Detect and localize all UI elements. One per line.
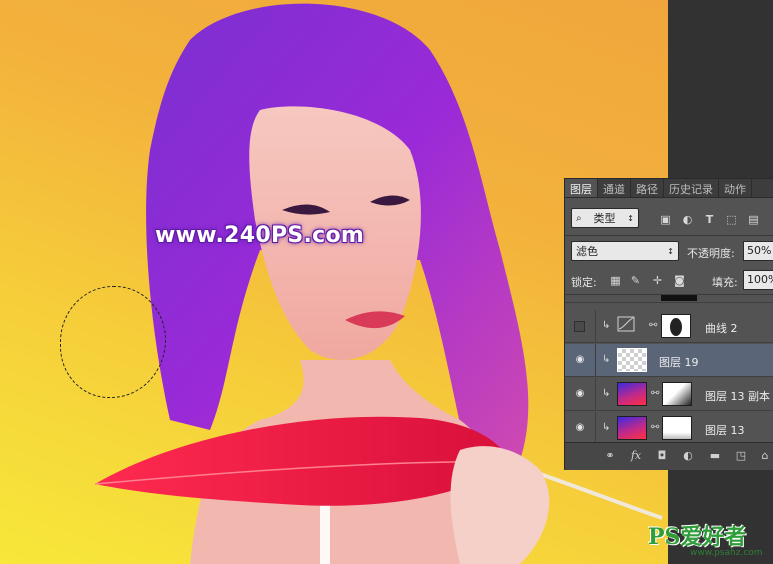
eye-icon[interactable]: ◉	[573, 355, 587, 365]
layers-panel: 图层 通道 路径 历史记录 动作 ⌕ 类型 ↕ ▣ ◐ T ⬚ ▤ 滤色 ↕ 不…	[564, 178, 773, 470]
tab-history[interactable]: 历史记录	[664, 179, 719, 197]
layer-thumbnail	[661, 295, 697, 301]
site-logo-url: www.psahz.com	[690, 548, 763, 558]
filter-kind-value: 类型	[593, 212, 616, 225]
tab-layers[interactable]: 图层	[565, 179, 598, 197]
layer-name[interactable]: 图层 19	[659, 354, 699, 370]
smart-object-filter-icon[interactable]: ▤	[747, 213, 760, 226]
layer-row-partial[interactable]	[565, 295, 773, 303]
layer-filter-row: ⌕ 类型 ↕ ▣ ◐ T ⬚ ▤	[565, 208, 773, 232]
image-filter-icon[interactable]: ▣	[659, 213, 672, 226]
curves-adjustment-icon	[617, 314, 637, 338]
divider	[595, 378, 596, 411]
clip-arrow-icon: ↳	[602, 320, 611, 331]
lock-label: 锁定:	[571, 276, 597, 289]
filter-kind-select[interactable]: ⌕ 类型 ↕	[571, 208, 639, 228]
fx-icon[interactable]: fx	[629, 449, 643, 463]
layer-name[interactable]: 曲线 2	[705, 320, 738, 336]
new-layer-icon[interactable]: ◳	[734, 449, 748, 463]
divider	[595, 344, 596, 377]
eye-icon[interactable]: ◉	[573, 423, 587, 433]
panel-footer: ⚭ fx ◘ ◐ ▬ ◳ ⌂	[565, 442, 773, 470]
clip-arrow-icon: ↳	[602, 388, 611, 399]
chevron-updown-icon: ↕	[627, 213, 634, 223]
blend-mode-select[interactable]: 滤色 ↕	[571, 241, 679, 261]
tab-actions[interactable]: 动作	[719, 179, 752, 197]
layer-name[interactable]: 图层 13 副本	[705, 388, 770, 404]
divider	[595, 412, 596, 445]
chain-link-icon[interactable]: ⚯	[651, 422, 659, 433]
lock-all-icon[interactable]: ◙	[673, 274, 686, 287]
layer-row[interactable]: ◉ ↳ ⚯ 图层 13 副本	[565, 378, 773, 411]
layer-name[interactable]: 图层 13	[705, 422, 745, 438]
clip-arrow-icon: ↳	[602, 354, 611, 365]
watermark-text: www.240PS.com	[155, 223, 365, 248]
mask-thumbnail[interactable]	[662, 382, 692, 406]
transparent-layer-thumbnail[interactable]	[617, 348, 647, 372]
shape-filter-icon[interactable]: ⬚	[725, 213, 738, 226]
type-filter-icon[interactable]: T	[703, 213, 716, 226]
panel-tabs: 图层 通道 路径 历史记录 动作	[565, 179, 773, 198]
layer-row[interactable]: ◉ ↳ ⚯ 图层 13	[565, 412, 773, 445]
lock-position-icon[interactable]: ✛	[651, 274, 664, 287]
fill-label: 填充:	[712, 276, 738, 289]
visibility-toggle[interactable]	[574, 321, 585, 332]
chain-link-icon[interactable]: ⚯	[649, 320, 657, 331]
lock-pixels-icon[interactable]: ✎	[629, 274, 642, 287]
opacity-field[interactable]: 50%	[743, 241, 773, 261]
fill-field[interactable]: 100%	[743, 270, 773, 290]
opacity-label: 不透明度:	[687, 247, 735, 260]
mask-thumbnail[interactable]	[661, 314, 691, 338]
chain-link-icon[interactable]: ⚯	[651, 388, 659, 399]
adjustment-icon[interactable]: ◐	[681, 449, 695, 463]
divider	[565, 235, 773, 236]
tab-paths[interactable]: 路径	[631, 179, 664, 197]
mask-icon[interactable]: ◘	[655, 449, 669, 463]
eye-icon[interactable]: ◉	[573, 389, 587, 399]
link-icon[interactable]: ⚭	[603, 449, 617, 463]
gradient-thumbnail[interactable]	[617, 382, 647, 406]
adjustment-filter-icon[interactable]: ◐	[681, 213, 694, 226]
gradient-thumbnail[interactable]	[617, 416, 647, 440]
site-logo: PS爱好者	[648, 524, 747, 550]
folder-icon[interactable]: ▬	[708, 449, 722, 463]
blend-mode-value: 滤色	[576, 245, 598, 258]
trash-icon[interactable]: ⌂	[758, 449, 772, 463]
layer-row-selected[interactable]: ◉ ↳ 图层 19	[565, 344, 773, 377]
lock-transparent-icon[interactable]: ▦	[609, 274, 622, 287]
chevron-updown-icon: ↕	[667, 246, 674, 256]
layer-row[interactable]: ↳ ⚯ 曲线 2	[565, 310, 773, 343]
search-icon: ⌕	[576, 212, 582, 224]
mask-thumbnail[interactable]	[662, 416, 692, 440]
clip-arrow-icon: ↳	[602, 422, 611, 433]
divider	[595, 310, 596, 343]
tab-channels[interactable]: 通道	[598, 179, 631, 197]
